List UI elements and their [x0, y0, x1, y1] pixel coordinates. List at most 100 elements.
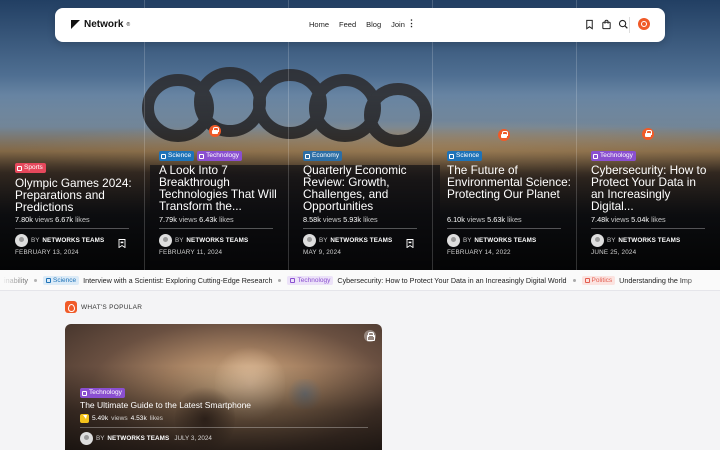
featured-post-card[interactable]: Technology The Ultimate Guide to the Lat…	[65, 324, 382, 450]
nav-icon-group	[584, 19, 629, 30]
author-avatar	[80, 432, 93, 445]
featured-date: JULY 3, 2024	[174, 435, 212, 442]
ticker-item[interactable]: Science Interview with a Scientist: Expl…	[42, 276, 272, 285]
ticker-item[interactable]: Technology Cybersecurity: How to Protect…	[287, 276, 567, 285]
author-row[interactable]: BY NETWORKS TEAMS	[15, 234, 104, 247]
category-tag[interactable]: Technology	[80, 388, 125, 398]
card-title[interactable]: A Look Into 7 Breakthrough Technologies …	[159, 164, 292, 212]
card-stats: 7.80k views 6.67k likes	[15, 215, 90, 224]
likes-count: 5.93k	[343, 215, 362, 224]
views-count: 8.58k	[303, 215, 321, 224]
views-count: 7.79k	[159, 215, 177, 224]
author-row[interactable]: BY NETWORKS TEAMS	[303, 234, 392, 247]
card-title[interactable]: Cybersecurity: How to Protect Your Data …	[591, 164, 709, 212]
ticker-fade-left	[0, 270, 40, 290]
logo-registered-mark: ®	[126, 21, 131, 28]
tag-list: Sports	[15, 163, 46, 173]
author-avatar	[591, 234, 604, 247]
card-divider	[591, 228, 705, 229]
nav-link-join[interactable]: Join	[391, 20, 405, 29]
ticker-headline[interactable]: Interview with a Scientist: Exploring Cu…	[83, 276, 272, 285]
author-avatar	[15, 234, 28, 247]
tag-list: Science Technology	[159, 151, 243, 161]
category-tag[interactable]: Technology	[197, 151, 243, 161]
tag-list: Economy	[303, 151, 343, 161]
category-tag[interactable]: Science	[159, 151, 195, 161]
author-name: NETWORKS TEAMS	[618, 237, 681, 244]
category-tag[interactable]: Technology	[591, 151, 636, 161]
author-avatar	[159, 234, 172, 247]
likes-count: 5.04k	[631, 215, 650, 224]
bookmark-icon[interactable]	[118, 239, 126, 248]
featured-title[interactable]: The Ultimate Guide to the Latest Smartph…	[80, 400, 251, 410]
shopping-bag-icon[interactable]	[601, 19, 612, 30]
author-row[interactable]: BY NETWORKS TEAMS JULY 3, 2024	[80, 432, 212, 445]
ticker-fade-right	[680, 270, 720, 290]
likes-count: 6.67k	[55, 215, 74, 224]
author-name: NETWORKS TEAMS	[107, 435, 170, 442]
featured-stats: 5.49k views 4.53k likes	[80, 414, 163, 423]
card-title[interactable]: The Future of Environmental Science: Pro…	[447, 164, 580, 200]
category-tag[interactable]: Politics	[581, 276, 616, 285]
bookmark-icon[interactable]	[406, 239, 414, 248]
nav-link-home[interactable]: Home	[309, 20, 329, 29]
category-tag[interactable]: Science	[42, 276, 80, 285]
logo-mark-icon	[71, 19, 82, 30]
tag-icon	[305, 153, 310, 159]
author-avatar	[303, 234, 316, 247]
card-title[interactable]: Quarterly Economic Review: Growth, Chall…	[303, 164, 436, 212]
author-row[interactable]: BY NETWORKS TEAMS	[159, 234, 248, 247]
card-divider	[159, 228, 273, 229]
top-navbar: Network ® Home Feed Blog Join ⋮	[55, 8, 665, 42]
category-tag[interactable]: Economy	[303, 151, 343, 161]
card-divider	[447, 228, 561, 229]
ticker-headline[interactable]: Cybersecurity: How to Protect Your Data …	[337, 276, 566, 285]
author-row[interactable]: BY NETWORKS TEAMS	[447, 234, 536, 247]
logo-text: Network	[84, 19, 124, 30]
card-date: FEBRUARY 11, 2024	[159, 249, 223, 256]
author-row[interactable]: BY NETWORKS TEAMS	[591, 234, 680, 247]
tag-icon	[593, 153, 598, 159]
popular-section-header: WHAT'S POPULAR	[65, 301, 142, 313]
lock-icon	[498, 129, 510, 141]
nav-links: Home Feed Blog Join	[309, 20, 405, 29]
card-date: FEBRUARY 13, 2024	[15, 249, 79, 256]
views-count: 7.48k	[591, 215, 609, 224]
ticker-item[interactable]: Politics Understanding the Imp	[581, 276, 692, 285]
lock-icon	[364, 330, 376, 342]
likes-count: 5.63k	[487, 215, 506, 224]
more-vertical-icon[interactable]: ⋮	[407, 19, 416, 28]
author-name: NETWORKS TEAMS	[186, 237, 249, 244]
site-logo[interactable]: Network ®	[71, 19, 130, 30]
ticker-track: inability Science Interview with a Scien…	[0, 270, 698, 290]
search-icon[interactable]	[618, 19, 629, 30]
author-name: NETWORKS TEAMS	[330, 237, 393, 244]
lock-icon	[642, 128, 654, 140]
card-stats: 6.10k views 5.63k likes	[447, 215, 522, 224]
section-title: WHAT'S POPULAR	[81, 303, 143, 311]
nav-link-blog[interactable]: Blog	[366, 20, 381, 29]
card-stats: 7.48k views 5.04k likes	[591, 215, 666, 224]
bookmark-icon[interactable]	[584, 19, 595, 30]
category-tag[interactable]: Technology	[287, 276, 334, 285]
ticker-separator	[572, 279, 576, 282]
nav-separator	[629, 17, 630, 33]
tag-icon	[199, 153, 205, 159]
tag-icon	[449, 153, 454, 159]
card-stats: 7.79k views 6.43k likes	[159, 215, 234, 224]
tag-icon	[290, 278, 296, 283]
lock-icon	[209, 125, 221, 137]
tag-icon	[17, 165, 22, 171]
views-count: 5.49k	[92, 415, 109, 422]
user-avatar-icon[interactable]	[638, 18, 650, 30]
tag-icon	[161, 153, 166, 159]
card-divider	[80, 427, 368, 428]
card-divider	[15, 228, 129, 229]
card-title[interactable]: Olympic Games 2024: Preparations and Pre…	[15, 177, 148, 213]
card-stats: 8.58k views 5.93k likes	[303, 215, 378, 224]
nav-link-feed[interactable]: Feed	[339, 20, 356, 29]
category-tag[interactable]: Science	[447, 151, 483, 161]
card-date: FEBRUARY 14, 2022	[447, 249, 511, 256]
category-tag[interactable]: Sports	[15, 163, 46, 173]
likes-count: 4.53k	[130, 415, 147, 422]
